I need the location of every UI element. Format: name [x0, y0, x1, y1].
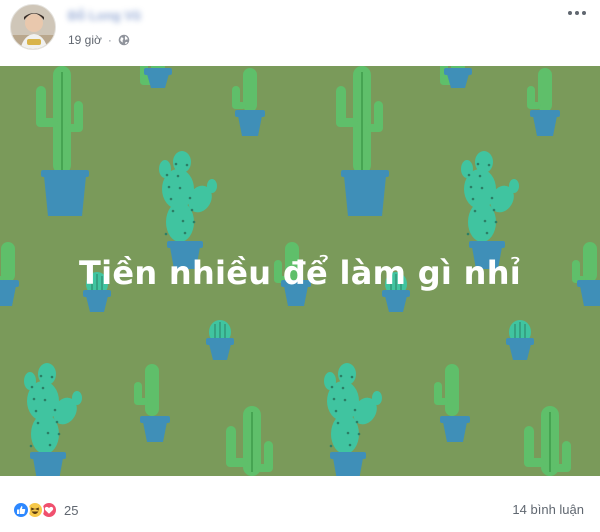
- globe-icon[interactable]: [118, 34, 130, 46]
- facebook-post: Đỗ Long Vũ 19 giờ · Tiền nhiều để làm gì…: [0, 0, 600, 532]
- like-icon: [12, 501, 30, 519]
- reactions-summary[interactable]: 25: [12, 500, 78, 520]
- author-avatar[interactable]: [10, 4, 56, 50]
- meta-separator: ·: [107, 33, 112, 47]
- photo-caption: Tiền nhiều để làm gì nhỉ: [78, 254, 522, 292]
- author-name[interactable]: Đỗ Long Vũ: [68, 8, 141, 23]
- post-header: Đỗ Long Vũ 19 giờ ·: [0, 0, 600, 66]
- post-meta: 19 giờ ·: [68, 32, 130, 48]
- post-timestamp[interactable]: 19 giờ: [68, 33, 102, 47]
- post-photo[interactable]: Tiền nhiều để làm gì nhỉ: [0, 66, 600, 476]
- comment-count-link[interactable]: 14 bình luận: [512, 502, 584, 517]
- post-footer: 25 14 bình luận: [0, 476, 600, 532]
- reaction-count: 25: [64, 502, 79, 518]
- more-options-icon[interactable]: [566, 4, 588, 22]
